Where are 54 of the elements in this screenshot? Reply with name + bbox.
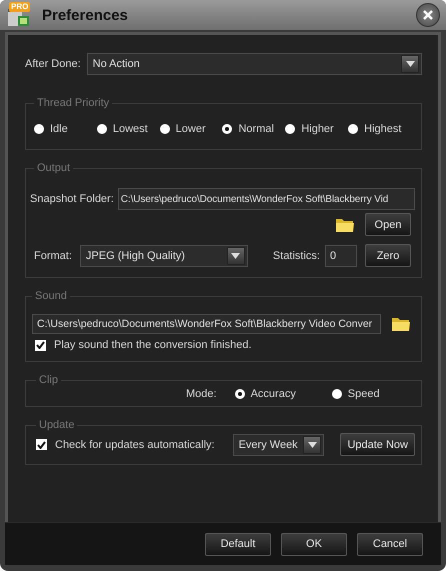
dropdown-button[interactable] [226,246,245,264]
radio-label: Higher [301,123,334,135]
zero-button[interactable]: Zero [365,244,411,267]
after-done-dropdown[interactable]: No Action [86,53,422,75]
group-title: Sound [34,290,68,302]
checkbox-label: Play sound then the conversion finished. [54,339,252,351]
radio-button[interactable] [160,124,170,134]
dialog-button[interactable]: Default [205,532,271,556]
radio-button[interactable] [96,124,107,134]
dialog-button[interactable]: OK [281,532,347,556]
caret-icon [406,61,414,67]
group-title: Clip [38,374,59,386]
folder-icon[interactable] [335,216,355,232]
radio-button[interactable] [348,124,358,134]
caret-icon [308,442,317,448]
radio-label: Lowest [112,123,148,135]
dropdown-button[interactable] [401,55,419,73]
window-title: Preferences [42,6,129,24]
group-title: Update [38,419,76,431]
radio-label: Lower [176,123,206,135]
radio-label: Idle [50,123,68,135]
radio-label: Accuracy [250,388,296,400]
radio-button[interactable] [34,124,44,134]
close-icon [423,10,433,20]
sound-path-field[interactable]: C:\Users\pedruco\Documents\WonderFox Soft\Blackberry Video Conver [32,314,381,334]
field-label: Statistics: [272,250,320,262]
close-button[interactable] [416,3,440,27]
field-label: After Done: [25,58,81,70]
dialog-button[interactable]: Cancel [357,532,423,556]
dropdown-button[interactable] [303,436,322,454]
checkbox-label: Check for updates automatically: [55,438,215,450]
folder-icon[interactable] [391,316,411,332]
open-button[interactable]: Open [365,213,411,236]
radio-button[interactable] [222,124,232,134]
checkbox[interactable] [35,340,46,350]
group-title: Thread Priority [36,97,110,109]
statistics-field[interactable]: 0 [325,244,357,266]
field-label: Mode: [186,388,217,400]
radio-button[interactable] [285,124,296,134]
radio-button[interactable] [332,389,342,399]
radio-label: Highest [364,123,402,135]
radio-label: Normal [238,123,274,135]
folder-path-field[interactable]: C:\Users\pedruco\Documents\WonderFox Soft\Blackberry Vid [118,188,415,210]
field-label: Format: [34,250,72,262]
update-now-button[interactable]: Update Now [340,433,415,456]
field-label: Snapshot Folder: [30,193,114,205]
caret-icon [231,252,240,258]
radio-label: Speed [348,388,380,400]
checkbox[interactable] [36,439,47,450]
format-dropdown[interactable]: JPEG (High Quality) [80,244,248,266]
app-logo: PRO [4,2,34,28]
radio-button[interactable] [234,389,245,399]
group-title: Output [36,162,72,174]
frequency-dropdown[interactable]: Every Week [232,434,324,456]
